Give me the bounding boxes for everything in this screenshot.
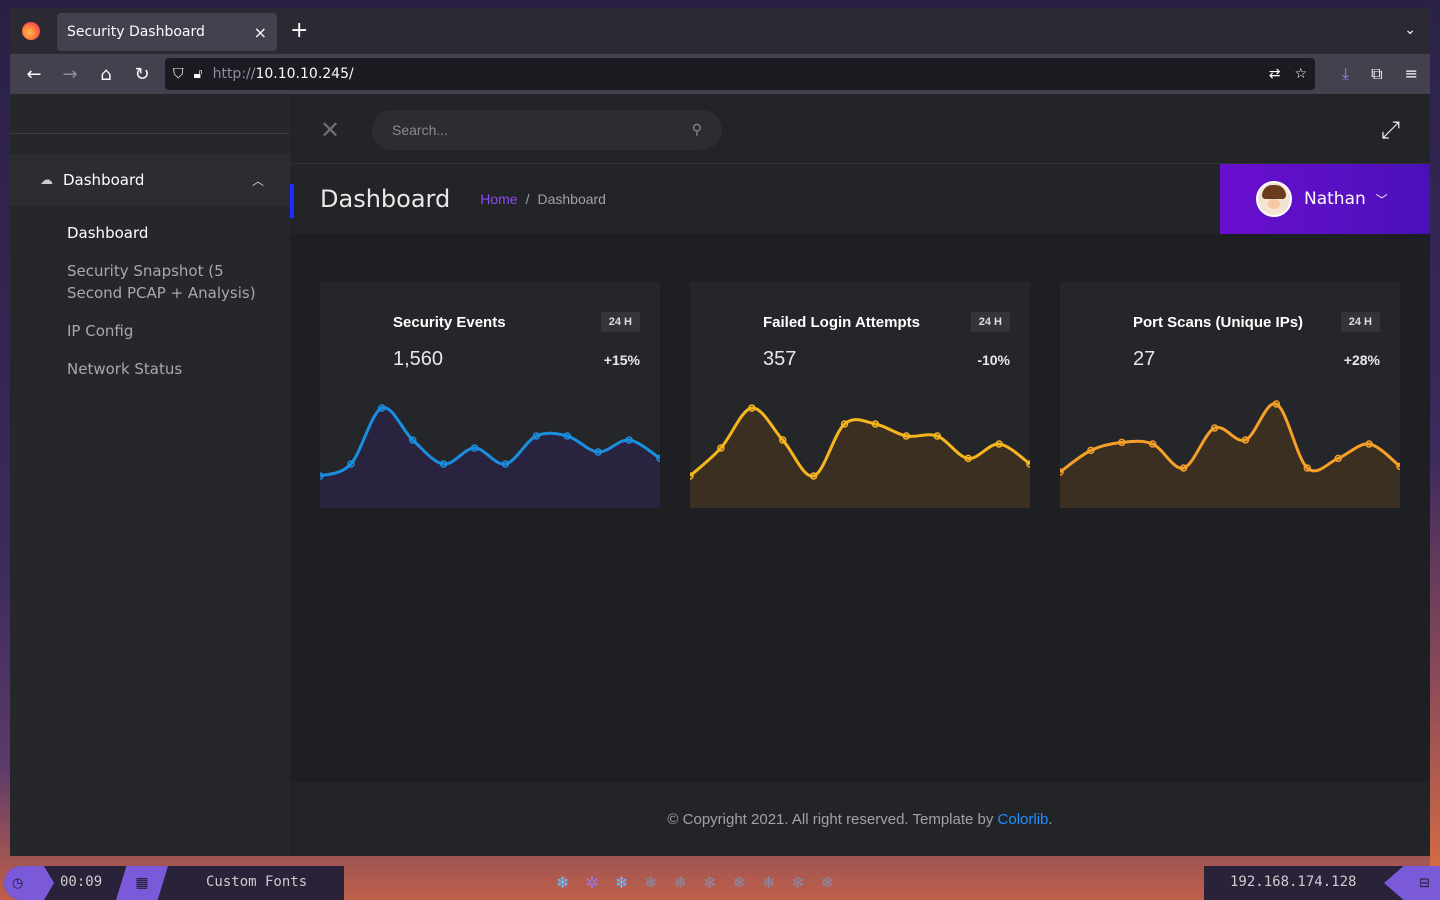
- taskbar-left: ◷ 00:09 ▦ Custom Fonts: [4, 866, 344, 900]
- taskbar-time: 00:09: [60, 874, 103, 890]
- card-title: Port Scans (Unique IPs): [1133, 313, 1304, 331]
- footer-colorlib-link[interactable]: Colorlib: [998, 811, 1049, 828]
- search-icon[interactable]: ⚲: [692, 122, 702, 138]
- page-header: Dashboard Home / Dashboard Nathan ﹀: [290, 164, 1430, 234]
- workspace-icon[interactable]: ✲: [585, 873, 598, 892]
- search-input[interactable]: [392, 122, 692, 138]
- sidebar-item-dashboard[interactable]: Dashboard: [67, 214, 267, 252]
- time-range-badge: 24 H: [600, 312, 640, 332]
- workspace-icon[interactable]: ❄: [703, 873, 716, 892]
- card-change: +15%: [603, 351, 640, 368]
- stat-card-port-scans: Port Scans (Unique IPs) 24 H 27 +28%: [1060, 282, 1400, 508]
- shield-icon[interactable]: ⛉: [173, 66, 184, 82]
- sparkline-area: [690, 407, 1030, 508]
- card-value: 1,560: [393, 348, 444, 370]
- firefox-logo-icon[interactable]: [22, 22, 40, 40]
- sidebar-section-label: Dashboard: [63, 171, 145, 189]
- accent-bar: [290, 184, 294, 218]
- sparkline-chart: [690, 404, 1030, 508]
- url-host: 10.10.10.245/: [255, 66, 354, 82]
- sidebar: ☁ Dashboard ︿ Dashboard Security Snapsho…: [10, 94, 290, 856]
- fullscreen-icon[interactable]: ⤢: [1381, 116, 1400, 144]
- card-title: Failed Login Attempts: [763, 313, 920, 331]
- tab-title: Security Dashboard: [67, 24, 205, 40]
- sidebar-submenu: Dashboard Security Snapshot (5 Second PC…: [10, 206, 290, 388]
- stat-cards: Security Events 24 H 1,560 +15% Failed L…: [320, 282, 1400, 508]
- stat-card-security-events: Security Events 24 H 1,560 +15%: [320, 282, 660, 508]
- workspace-switcher: ❄ ✲ ❄ ❄ ❄ ❄ ❄ ❄ ❄ ❄: [556, 873, 834, 892]
- workspace-icon[interactable]: ❄: [762, 873, 775, 892]
- desktop-taskbar: ◷ 00:09 ▦ Custom Fonts ❄ ✲ ❄ ❄ ❄ ❄ ❄ ❄ ❄…: [0, 866, 1440, 900]
- chevron-down-icon: ﹀: [1375, 192, 1388, 207]
- download-icon[interactable]: ⤓: [1342, 64, 1349, 84]
- sidebar-logo-area: [10, 94, 290, 134]
- tab-bar: Security Dashboard × + ⌄: [10, 8, 1430, 54]
- new-tab-button[interactable]: +: [290, 18, 308, 44]
- taskbar-ip-address: 192.168.174.128: [1230, 874, 1357, 890]
- reload-icon[interactable]: ↻: [124, 64, 160, 85]
- time-range-badge: 24 H: [970, 312, 1010, 332]
- calendar-icon[interactable]: ▦: [116, 866, 168, 900]
- user-name: Nathan: [1304, 189, 1366, 209]
- breadcrumb-home-link[interactable]: Home: [480, 191, 517, 207]
- search-box: ⚲: [372, 110, 722, 150]
- tab-security-dashboard[interactable]: Security Dashboard ×: [57, 13, 277, 51]
- sparkline-chart: [1060, 400, 1400, 508]
- workspace-icon[interactable]: ❄: [791, 873, 804, 892]
- top-header: ✕ ⚲ ⤢: [290, 94, 1430, 164]
- forward-arrow-icon[interactable]: →: [52, 64, 88, 85]
- breadcrumb: Home / Dashboard: [480, 191, 606, 207]
- footer-copyright: © Copyright 2021. All right reserved. Te…: [667, 810, 994, 828]
- page-title: Dashboard: [320, 185, 451, 213]
- avatar: [1256, 181, 1292, 217]
- footer-period: .: [1048, 810, 1053, 828]
- workspace-icon[interactable]: ❄: [644, 873, 657, 892]
- workspace-icon[interactable]: ❄: [732, 873, 745, 892]
- workspace-icon[interactable]: ❄: [556, 873, 569, 892]
- clock-icon[interactable]: ◷: [4, 866, 54, 900]
- card-change: +28%: [1343, 351, 1380, 368]
- insecure-lock-icon[interactable]: 🔓︎: [194, 66, 203, 82]
- card-title: Security Events: [393, 313, 506, 331]
- close-tab-icon[interactable]: ×: [254, 23, 267, 42]
- bookmark-star-icon[interactable]: ☆: [1294, 66, 1307, 82]
- breadcrumb-current: Dashboard: [537, 191, 606, 207]
- time-range-badge: 24 H: [1340, 312, 1380, 332]
- extensions-icon[interactable]: ⧉: [1371, 64, 1382, 84]
- cloud-icon: ☁: [40, 172, 53, 188]
- sidebar-item-ip-config[interactable]: IP Config: [67, 312, 267, 350]
- browser-window: Security Dashboard × + ⌄ ← → ⌂ ↻ ⛉ 🔓︎ ht…: [10, 8, 1430, 856]
- card-value: 27: [1133, 348, 1156, 370]
- main-content: ✕ ⚲ ⤢ Dashboard Home / Dashboard Nathan ﹀: [290, 94, 1430, 856]
- url-bar[interactable]: ⛉ 🔓︎ http://10.10.10.245/ ⇄ ☆: [165, 58, 1315, 90]
- card-value: 357: [763, 348, 797, 370]
- close-icon[interactable]: ✕: [320, 116, 340, 144]
- back-arrow-icon[interactable]: ←: [16, 64, 52, 85]
- desktop-wallpaper: [1430, 0, 1440, 900]
- breadcrumb-separator: /: [525, 191, 530, 207]
- sparkline-area: [1060, 403, 1400, 508]
- sidebar-item-security-snapshot[interactable]: Security Snapshot (5 Second PCAP + Analy…: [67, 252, 267, 312]
- sparkline-chart: [320, 404, 660, 508]
- workspace-icon[interactable]: ❄: [821, 873, 834, 892]
- workspace-icon[interactable]: ❄: [674, 873, 687, 892]
- home-icon[interactable]: ⌂: [88, 64, 124, 85]
- stat-card-failed-login-attempts: Failed Login Attempts 24 H 357 -10%: [690, 282, 1030, 508]
- navigation-bar: ← → ⌂ ↻ ⛉ 🔓︎ http://10.10.10.245/ ⇄ ☆ ⤓ …: [10, 54, 1430, 94]
- workspace-icon[interactable]: ❄: [615, 873, 628, 892]
- taskbar-fonts-label[interactable]: Custom Fonts: [206, 874, 307, 890]
- taskbar-right: 192.168.174.128 ⊟: [1204, 866, 1440, 900]
- web-page: ☁ Dashboard ︿ Dashboard Security Snapsho…: [10, 94, 1430, 856]
- hamburger-menu-icon[interactable]: ≡: [1405, 64, 1418, 84]
- chevron-up-icon: ︿: [251, 173, 264, 188]
- url-scheme: http://: [212, 66, 256, 82]
- footer: © Copyright 2021. All right reserved. Te…: [290, 782, 1430, 856]
- sidebar-section-dashboard[interactable]: ☁ Dashboard ︿: [10, 154, 290, 206]
- card-change: -10%: [977, 351, 1010, 368]
- translate-icon[interactable]: ⇄: [1269, 66, 1281, 82]
- chevron-down-icon[interactable]: ⌄: [1404, 22, 1416, 38]
- network-icon[interactable]: ⊟: [1384, 866, 1440, 900]
- sidebar-item-network-status[interactable]: Network Status: [67, 350, 267, 388]
- user-menu-button[interactable]: Nathan ﹀: [1220, 164, 1430, 234]
